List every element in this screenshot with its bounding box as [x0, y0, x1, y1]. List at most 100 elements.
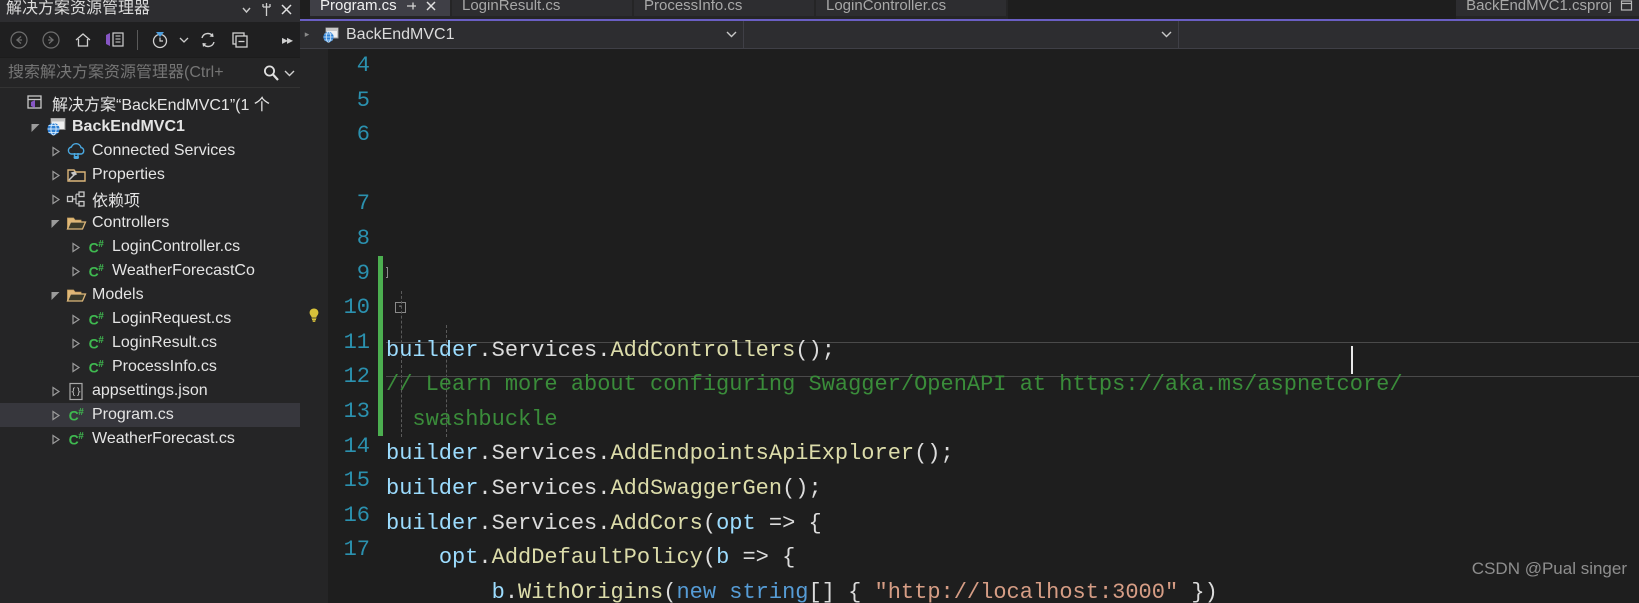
code-text[interactable]: - - builder.Services.AddControllers();//…	[386, 49, 1639, 603]
collapse-box-line9: -	[386, 267, 388, 278]
tree-item-appsettings-json[interactable]: {} appsettings.json	[0, 379, 300, 403]
back-icon[interactable]	[4, 26, 34, 54]
code-token: .	[478, 510, 492, 536]
code-token: => {	[755, 510, 822, 536]
tree-item-label: WeatherForecast.cs	[92, 430, 235, 447]
tree-item-models[interactable]: Models	[0, 283, 300, 307]
forward-icon[interactable]	[36, 26, 66, 54]
pin-icon[interactable]	[256, 0, 276, 19]
pending-changes-icon[interactable]	[145, 26, 175, 54]
expand-arrow-icon[interactable]	[46, 139, 64, 163]
expand-arrow-icon[interactable]	[46, 379, 64, 403]
chevron-down-icon[interactable]	[726, 29, 737, 41]
close-tab-icon[interactable]	[425, 0, 437, 12]
code-token: .	[478, 441, 492, 467]
collapse-arrow-icon[interactable]	[26, 115, 44, 139]
tree-item-program-cs[interactable]: C# Program.cs	[0, 403, 300, 427]
tree-item-processinfo-cs[interactable]: C# ProcessInfo.cs	[0, 355, 300, 379]
code-editor[interactable]: 4567891011121314151617 - - builder.Servi…	[300, 49, 1639, 603]
toolbar-separator	[137, 29, 138, 50]
navbar-project-combo[interactable]: BackEndMVC1	[314, 21, 744, 48]
code-token: .	[478, 337, 492, 363]
tab-program-cs[interactable]: Program.cs	[310, 0, 450, 16]
pending-changes-caret-icon[interactable]	[177, 26, 191, 54]
tree-item--backendmvc1-1-[interactable]: 解决方案“BackEndMVC1”(1 个	[0, 91, 300, 115]
code-line[interactable]: b.WithOrigins(new string[] { "http://loc…	[386, 576, 1639, 603]
code-token: AddSwaggerGen	[610, 475, 783, 501]
code-token: .	[597, 441, 611, 467]
expand-arrow-icon[interactable]	[46, 187, 64, 211]
search-icon[interactable]	[260, 64, 282, 82]
editor-glyph-margin[interactable]	[300, 49, 328, 603]
tree-item-loginrequest-cs[interactable]: C# LoginRequest.cs	[0, 307, 300, 331]
navbar-member-combo[interactable]	[1179, 21, 1639, 48]
expand-arrow-icon[interactable]	[66, 331, 84, 355]
close-icon[interactable]	[276, 0, 296, 19]
tree-item-weatherforecastco[interactable]: C# WeatherForecastCo	[0, 259, 300, 283]
tree-item-label: ProcessInfo.cs	[112, 358, 217, 375]
csharp-file-icon: C#	[88, 238, 104, 256]
refresh-icon[interactable]	[193, 26, 223, 54]
solution-icon	[24, 92, 48, 114]
code-line[interactable]: builder.Services.AddSwaggerGen();	[386, 472, 1639, 507]
tree-item-controllers[interactable]: Controllers	[0, 211, 300, 235]
expand-arrow-icon[interactable]	[46, 163, 64, 187]
collapse-arrow-icon[interactable]	[46, 211, 64, 235]
search-input[interactable]	[8, 63, 260, 82]
tab-loginresult-cs[interactable]: LoginResult.cs	[452, 0, 632, 16]
code-line[interactable]: builder.Services.AddControllers();	[386, 334, 1639, 369]
code-token: (	[702, 545, 717, 571]
code-line[interactable]	[386, 299, 1639, 334]
expand-arrow-icon[interactable]	[66, 259, 84, 283]
line-number: 17	[343, 537, 370, 563]
code-line[interactable]: opt.AddDefaultPolicy(b => {	[386, 541, 1639, 576]
lightbulb-icon[interactable]	[306, 307, 322, 323]
code-line[interactable]: swashbuckle	[386, 403, 1639, 438]
line-number: 9	[356, 260, 370, 286]
solution-tree[interactable]: 解决方案“BackEndMVC1”(1 个 BackEndMVC1 Connecte…	[0, 88, 300, 603]
code-line[interactable]: // Learn more about configuring Swagger/…	[386, 368, 1639, 403]
expand-arrow-icon[interactable]	[66, 307, 84, 331]
tree-item-label: Models	[92, 286, 144, 303]
code-line[interactable]: builder.Services.AddCors(opt => {	[386, 507, 1639, 542]
tree-item-weatherforecast-cs[interactable]: C# WeatherForecast.cs	[0, 427, 300, 451]
tree-item-connected-services[interactable]: Connected Services	[0, 139, 300, 163]
tab-overflow-icon[interactable]	[1620, 0, 1633, 12]
code-token: [] {	[808, 579, 875, 603]
tree-item--[interactable]: 依赖项	[0, 187, 300, 211]
expand-arrow-icon[interactable]	[66, 355, 84, 379]
code-token: .	[597, 510, 611, 536]
code-token: // Learn more about configuring Swagger/…	[386, 372, 1403, 398]
solution-explorer-title: 解决方案资源管理器	[6, 0, 151, 17]
chevron-down-icon[interactable]	[282, 69, 296, 77]
tab-backendmvc1-csproj[interactable]: BackEndMVC1.csproj	[1456, 0, 1639, 16]
code-token: AddCors	[610, 510, 703, 536]
csharp-file-icon: C#	[68, 430, 84, 448]
tree-item-properties[interactable]: Properties	[0, 163, 300, 187]
expand-arrow-icon[interactable]	[46, 427, 64, 451]
tree-item-loginresult-cs[interactable]: C# LoginResult.cs	[0, 331, 300, 355]
tree-item-logincontroller-cs[interactable]: C# LoginController.cs	[0, 235, 300, 259]
chevron-down-icon[interactable]	[1161, 29, 1172, 41]
csharp-file-icon: C#	[68, 406, 84, 424]
toolbar-overflow-icon[interactable]: ▸▸	[282, 33, 296, 47]
collapse-arrow-icon[interactable]	[46, 283, 64, 307]
code-token: AddEndpointsApiExplorer	[610, 441, 915, 467]
dropdown-icon[interactable]	[236, 0, 256, 19]
collapse-all-icon[interactable]	[225, 26, 255, 54]
tab-processinfo-cs[interactable]: ProcessInfo.cs	[634, 0, 814, 16]
home-icon[interactable]	[68, 26, 98, 54]
tree-item-label: LoginRequest.cs	[112, 310, 232, 327]
pin-tab-icon[interactable]	[405, 0, 417, 12]
line-number: 15	[343, 468, 370, 494]
expand-arrow-icon[interactable]	[66, 235, 84, 259]
code-line[interactable]: builder.Services.AddEndpointsApiExplorer…	[386, 437, 1639, 472]
navbar-type-combo[interactable]	[744, 21, 1179, 48]
solution-explorer-view-icon[interactable]	[100, 26, 130, 54]
solution-explorer-search[interactable]	[0, 58, 300, 88]
tree-item-label: 解决方案“BackEndMVC1”(1 个	[52, 97, 270, 114]
tree-item-backendmvc1[interactable]: BackEndMVC1	[0, 115, 300, 139]
expand-arrow-icon[interactable]	[46, 403, 64, 427]
tab-logincontroller-cs[interactable]: LoginController.cs	[816, 0, 1006, 16]
